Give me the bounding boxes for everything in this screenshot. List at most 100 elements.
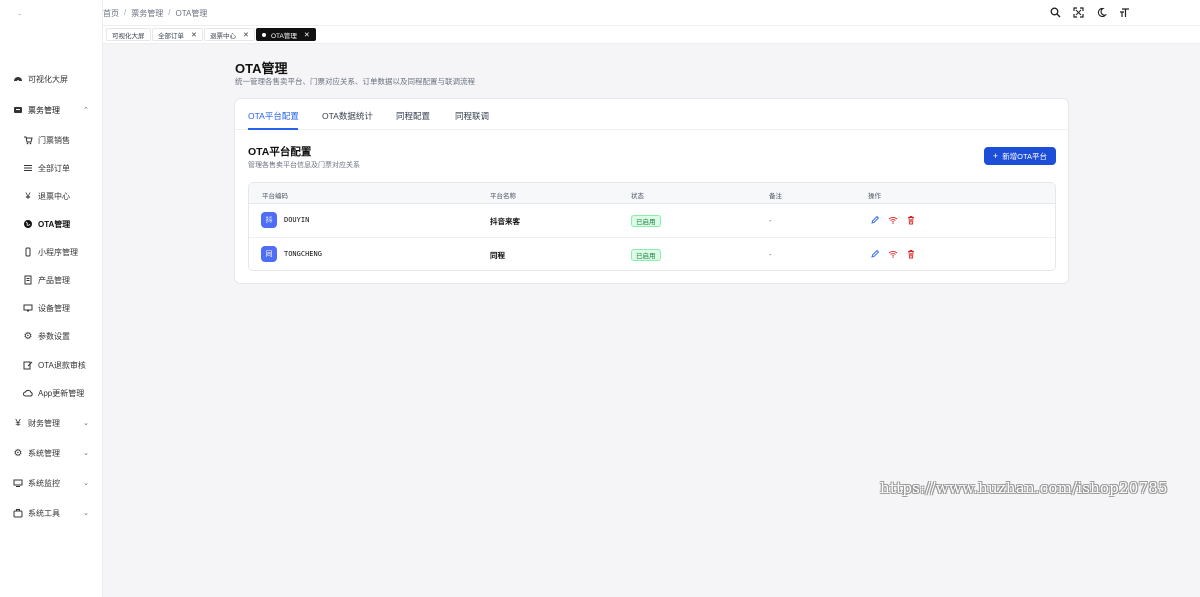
plus-icon: + [992,151,999,161]
sidebar-item-label: OTA管理 [38,219,71,229]
search-icon[interactable] [1050,7,1061,18]
add-ota-platform-button[interactable]: + 新增OTA平台 [984,147,1056,165]
product-icon [23,275,33,285]
yen-icon: ¥ [15,417,21,429]
tab-ota-platform-config[interactable]: OTA平台配置 [248,110,299,122]
section-title: OTA平台配置 [248,146,312,158]
tab-tongcheng-debug[interactable]: 同程联调 [455,110,489,122]
breadcrumb-home[interactable]: 首页 [103,8,119,19]
platform-code-cell: 同 TONGCHENG [261,246,322,262]
breadcrumb-ticketing[interactable]: 票务管理 [131,8,163,19]
sidebar-item-app-update[interactable]: App更新管理 [0,382,103,404]
chevron-down-icon: ⌄ [83,480,89,487]
sidebar-item-ota-refund-review[interactable]: OTA退款审核 [0,354,103,376]
sidebar-item-ticketing[interactable]: 票务管理 ⌃ [0,99,103,121]
wifi-icon[interactable] [888,249,898,259]
breadcrumb-current: OTA管理 [175,9,208,18]
platform-code: TONGCHENG [284,250,322,258]
logo [18,14,21,15]
sidebar-item-parameters[interactable]: ⚙ 参数设置 [0,325,103,347]
sidebar-item-label: 财务管理 [28,418,60,428]
active-dot-icon [262,32,266,37]
chevron-down-icon: ⌄ [83,450,89,457]
sidebar-item-system[interactable]: ⚙ 系统管理 ⌄ [0,442,103,464]
edit-icon[interactable] [870,249,880,259]
sidebar-item-miniprogram[interactable]: 小程序管理 [0,241,103,263]
platform-avatar: 同 [261,246,277,262]
platform-avatar: 抖 [261,212,277,228]
table-row: 同 TONGCHENG 同程 已启用 - [249,238,1055,270]
sidebar-item-finance[interactable]: ¥ 财务管理 ⌄ [0,412,103,434]
monitor-icon [13,478,23,488]
add-button-label: 新增OTA平台 [1002,151,1048,161]
content-tabs: OTA平台配置 OTA数据统计 同程配置 同程联调 [235,99,1068,130]
edit-icon [23,360,33,370]
page-subtitle: 统一管理各售卖平台、门票对应关系、订单数据以及同程配置与联调流程 [235,77,475,86]
close-icon[interactable]: ✕ [243,31,249,39]
sidebar-item-label: 小程序管理 [38,247,78,257]
dark-mode-icon[interactable] [1096,7,1107,18]
top-header: 首页 / 票务管理 / OTA管理 [103,0,1200,26]
globe-icon [23,219,33,229]
sidebar-item-label: 退票中心 [38,191,70,201]
page-tab-label: 可视化大屏 [112,32,145,40]
dashboard-icon [13,74,23,84]
ticket-icon [13,105,23,115]
device-icon [23,303,33,313]
gear-icon: ⚙ [23,330,33,342]
page-tabs-bar: 可视化大屏 全部订单 ✕ 退票中心 ✕ OTA管理 ✕ [103,26,1200,44]
sidebar-item-products[interactable]: 产品管理 [0,269,103,291]
sidebar-item-refund-center[interactable]: ¥ 退票中心 [0,185,103,207]
column-header: 操作 [868,193,881,200]
delete-icon[interactable] [906,215,916,225]
page-tab-dashboard[interactable]: 可视化大屏 [106,28,151,41]
chevron-down-icon: ⌄ [83,420,89,427]
sidebar-item-label: 可视化大屏 [28,74,68,84]
ota-card: OTA平台配置 OTA数据统计 同程配置 同程联调 OTA平台配置 管理各售卖平… [234,98,1069,284]
platform-table: 平台编码 平台名称 状态 备注 操作 抖 DOUYIN 抖音来客 已启用 - 同… [248,182,1056,271]
platform-name: 同程 [490,251,505,260]
fullscreen-icon[interactable] [1073,7,1084,18]
sidebar-item-label: 门票销售 [38,135,70,145]
sidebar-item-label: 系统工具 [28,508,60,518]
chevron-down-icon: ⌄ [83,510,89,517]
sidebar-item-label: 票务管理 [28,105,60,115]
delete-icon[interactable] [906,249,916,259]
page-tab-all-orders[interactable]: 全部订单 ✕ [152,28,203,41]
tab-tongcheng-config[interactable]: 同程配置 [396,110,430,122]
close-icon[interactable]: ✕ [191,31,197,39]
table-header: 平台编码 平台名称 状态 备注 操作 [249,183,1055,204]
sidebar-item-label: 参数设置 [38,331,70,341]
sidebar-item-tools[interactable]: 系统工具 ⌄ [0,502,103,524]
column-header: 平台名称 [490,193,516,200]
cart-icon [23,135,33,145]
cloud-icon [23,388,33,398]
header-toolbar [1050,7,1130,18]
active-tab-indicator [248,128,298,130]
page-tab-ota[interactable]: OTA管理 ✕ [256,28,316,41]
platform-note: - [769,216,772,225]
chevron-up-icon: ⌃ [83,107,89,114]
platform-code: DOUYIN [284,216,310,224]
edit-icon[interactable] [870,215,880,225]
platform-note: - [769,250,772,259]
row-actions [870,215,916,225]
wifi-icon[interactable] [888,215,898,225]
sidebar-item-devices[interactable]: 设备管理 [0,297,103,319]
sidebar: 可视化大屏 票务管理 ⌃ 门票销售 全部订单 ¥ 退票中心 OTA管理 小程序管… [0,0,103,597]
font-size-icon[interactable] [1119,7,1130,18]
close-icon[interactable]: ✕ [304,31,310,39]
sidebar-item-label: OTA退款审核 [38,360,86,370]
tab-ota-statistics[interactable]: OTA数据统计 [322,110,373,122]
list-icon [23,163,33,173]
mobile-icon [23,247,33,257]
sidebar-item-ota[interactable]: OTA管理 [0,213,103,235]
sidebar-item-dashboard[interactable]: 可视化大屏 [0,68,103,90]
sidebar-item-monitor[interactable]: 系统监控 ⌄ [0,472,103,494]
page-tab-refund-center[interactable]: 退票中心 ✕ [204,28,255,41]
page-tab-label: OTA管理 [271,32,297,40]
column-header: 状态 [631,193,644,200]
sidebar-item-label: 产品管理 [38,275,70,285]
sidebar-item-ticket-sales[interactable]: 门票销售 [0,129,103,151]
sidebar-item-all-orders[interactable]: 全部订单 [0,157,103,179]
